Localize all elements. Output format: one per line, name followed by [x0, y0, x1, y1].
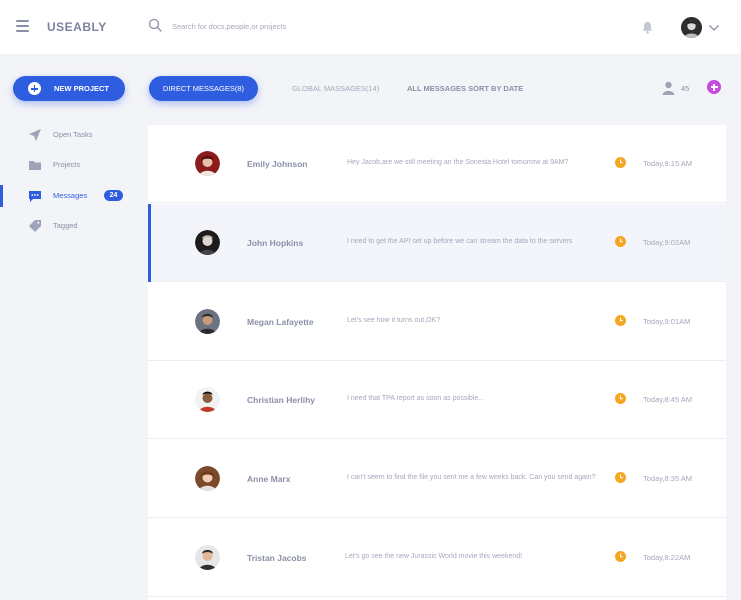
tag-icon — [29, 220, 41, 232]
new-project-label: NEW PROJECT — [54, 84, 110, 93]
message-preview: Hey Jacob,are we still meeting an the So… — [347, 159, 569, 166]
chevron-down-icon[interactable] — [708, 24, 720, 32]
message-preview: Let's see how it turns out,OK? — [347, 317, 441, 324]
sender-name: Megan Lafayette — [247, 317, 314, 327]
sender-name: John Hopkins — [247, 238, 304, 248]
avatar — [195, 309, 220, 334]
message-list: Emily Johnson Hey Jacob,are we still mee… — [148, 125, 726, 600]
sender-name: Christian Herlihy — [247, 395, 316, 405]
sidebar-item-label: Messages — [53, 191, 88, 200]
new-project-button[interactable]: NEW PROJECT — [13, 76, 125, 101]
user-avatar[interactable] — [681, 17, 702, 38]
avatar — [195, 387, 220, 412]
avatar — [195, 545, 220, 570]
people-count: 45 — [681, 84, 690, 93]
active-indicator — [0, 185, 3, 207]
search-input[interactable] — [172, 17, 432, 35]
sender-name: Tristan Jacobs — [247, 553, 307, 563]
sidebar-item-messages[interactable]: Messages 24 — [0, 185, 140, 207]
tab-global-messages[interactable]: GLOBAL MASSAGES(14) — [292, 76, 379, 101]
message-time: Today,8:45 AM — [643, 395, 693, 404]
clock-icon — [615, 393, 626, 404]
clock-icon — [615, 157, 626, 168]
sidebar-item-open-tasks[interactable]: Open Tasks — [0, 124, 140, 146]
add-button[interactable] — [707, 80, 721, 94]
message-row[interactable]: Tristan Jacobs Let's go see the new Jura… — [148, 519, 726, 597]
plus-icon — [28, 82, 41, 95]
tab-all-messages-sort-by-date[interactable]: ALL MESSAGES SORT BY DATE — [407, 76, 523, 101]
tab-direct-messages[interactable]: DIRECT MESSAGES(8) — [149, 76, 258, 101]
message-row[interactable]: Megan Lafayette Let's see how it turns o… — [148, 283, 726, 361]
avatar — [195, 230, 220, 255]
message-preview: I need to get the API set up before we c… — [347, 238, 573, 245]
message-time: Today,8:35 AM — [643, 474, 693, 483]
clock-icon — [615, 236, 626, 247]
clock-icon — [615, 551, 626, 562]
search-icon[interactable] — [148, 18, 162, 32]
bell-icon[interactable] — [641, 21, 654, 34]
message-preview: Let's go see the new Jurassic World movi… — [345, 553, 523, 560]
sidebar-item-tagged[interactable]: Tagged — [0, 215, 140, 237]
send-icon — [29, 129, 41, 141]
selected-indicator — [148, 204, 151, 282]
message-preview: I need that TPA report as soon as possib… — [347, 395, 485, 402]
message-row[interactable]: John Hopkins I need to get the API set u… — [148, 204, 726, 282]
sender-name: Emily Johnson — [247, 159, 308, 169]
message-time: Today,9:02AM — [643, 238, 691, 247]
folder-icon — [29, 161, 41, 170]
message-time: Today,9:01AM — [643, 317, 691, 326]
message-preview: I can't seem to find the file you sent m… — [347, 474, 596, 481]
app-logo[interactable]: USEABLY — [47, 20, 107, 34]
message-row[interactable]: Anne Marx I can't seem to find the file … — [148, 440, 726, 518]
message-time: Today,9:15 AM — [643, 159, 693, 168]
sidebar-item-projects[interactable]: Projects — [0, 154, 140, 176]
sidebar-item-label: Open Tasks — [53, 130, 93, 139]
clock-icon — [615, 315, 626, 326]
chat-icon — [29, 191, 41, 202]
message-time: Today,8:22AM — [643, 553, 691, 562]
people-icon — [662, 81, 675, 95]
avatar — [195, 151, 220, 176]
clock-icon — [615, 472, 626, 483]
top-bar: USEABLY — [0, 0, 741, 54]
hamburger-menu-icon[interactable] — [16, 20, 29, 32]
sender-name: Anne Marx — [247, 474, 291, 484]
messages-count-badge: 24 — [104, 190, 123, 201]
message-row[interactable]: Emily Johnson Hey Jacob,are we still mee… — [148, 125, 726, 203]
sidebar-item-label: Projects — [53, 160, 81, 169]
avatar — [195, 466, 220, 491]
sidebar-item-label: Tagged — [53, 221, 78, 230]
message-row[interactable]: Christian Herlihy I need that TPA report… — [148, 361, 726, 439]
